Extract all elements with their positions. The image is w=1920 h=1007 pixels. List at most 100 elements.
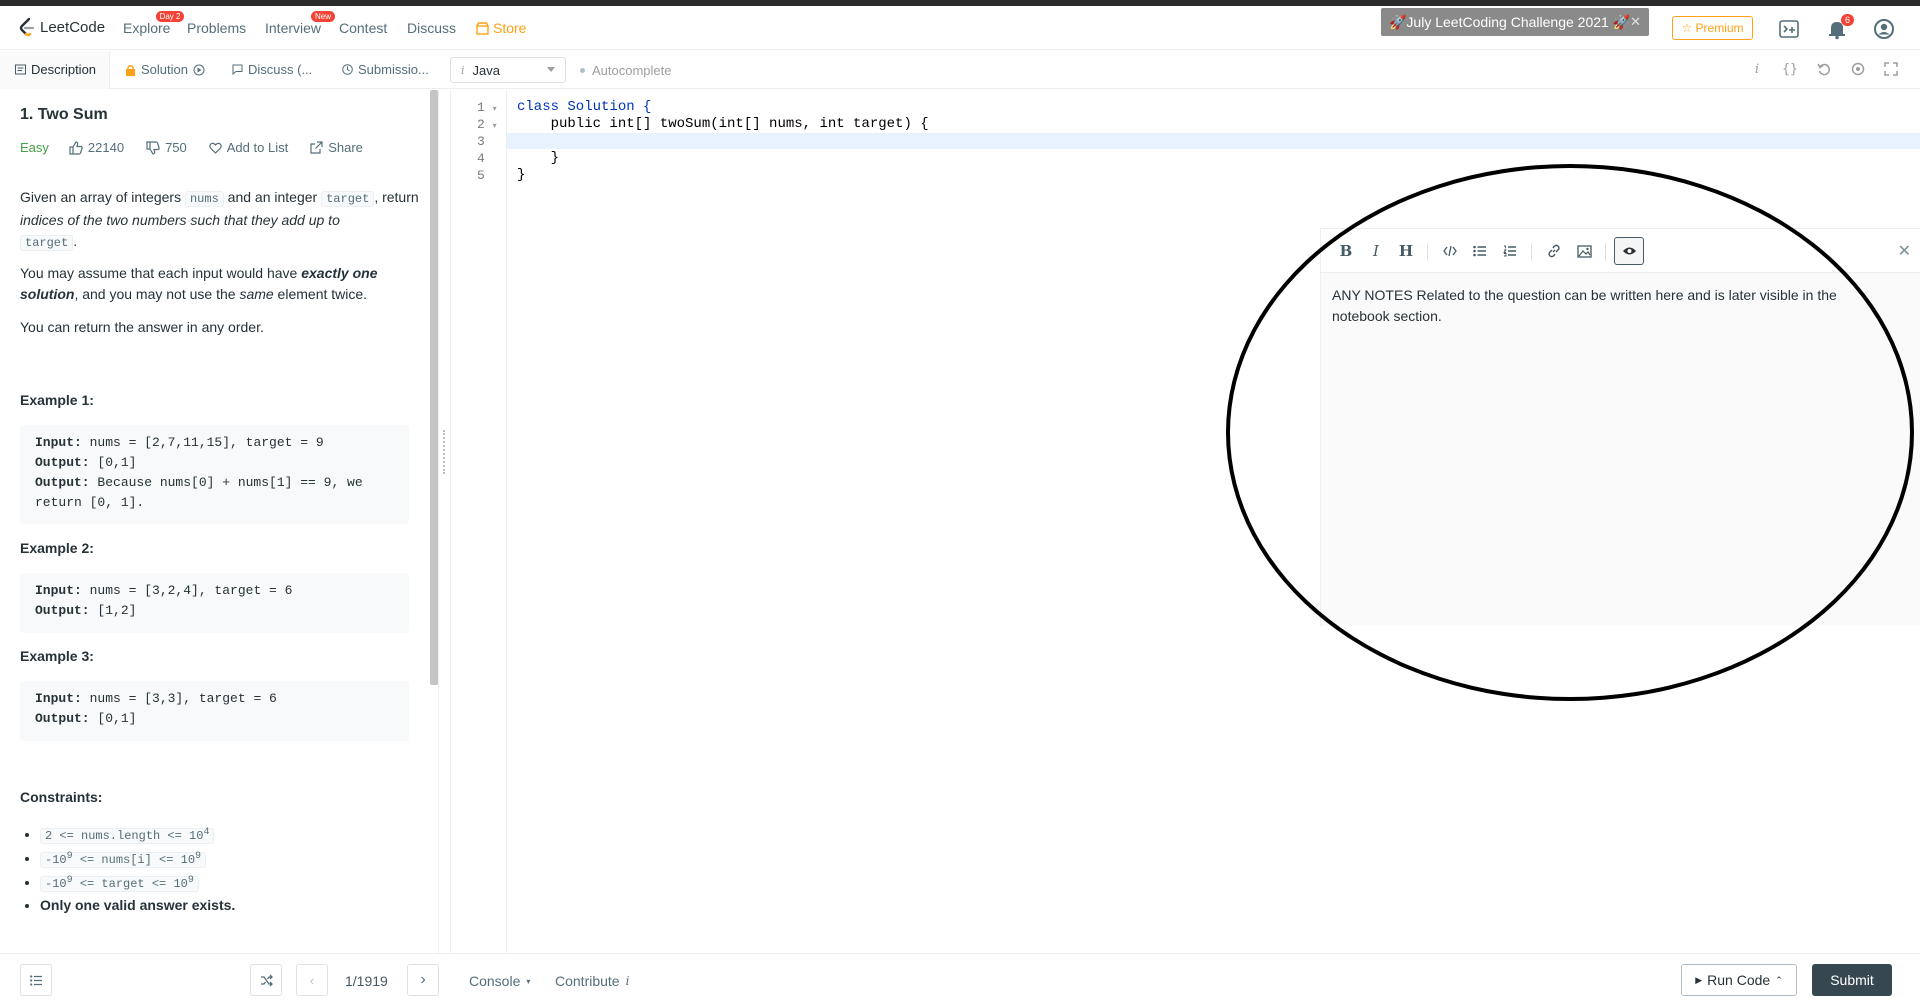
nav-problems[interactable]: Problems — [187, 20, 246, 36]
code-line[interactable]: } — [517, 150, 559, 166]
preview-eye-icon[interactable] — [1614, 237, 1644, 265]
constraint-exponent: 9 — [187, 875, 194, 886]
interview-badge: New — [311, 11, 336, 22]
problem-title: 1. Two Sum — [20, 106, 108, 123]
nav-explore-label: Explore — [123, 20, 171, 36]
image-icon[interactable] — [1572, 239, 1596, 263]
constraint-text: 2 <= nums.length <= 10 — [45, 829, 204, 843]
nav-discuss[interactable]: Discuss — [407, 20, 456, 36]
constraint-text: -10 — [45, 853, 67, 867]
random-problem-button[interactable] — [250, 964, 282, 996]
close-icon[interactable]: ✕ — [1898, 241, 1911, 261]
like-button[interactable]: 22140 — [69, 140, 124, 155]
reset-icon[interactable] — [1816, 62, 1832, 78]
tab-solution-label: Solution — [141, 62, 188, 77]
constraint-code: -109 <= target <= 109 — [40, 875, 199, 892]
tab-description[interactable]: Description — [15, 62, 96, 77]
nav-store-label: Store — [493, 20, 527, 36]
run-code-button[interactable]: ▶ Run Code ⌃ — [1681, 964, 1797, 996]
example-input: nums = [3,3], target = 6 — [81, 691, 277, 706]
code-line[interactable]: } — [517, 167, 525, 183]
lock-icon — [126, 64, 135, 76]
next-problem-button[interactable]: › — [407, 964, 439, 996]
code-icon[interactable] — [1438, 239, 1462, 263]
tab-solution[interactable]: Solution — [125, 62, 205, 77]
chevron-down-icon: ▾ — [526, 976, 531, 986]
nav-interview[interactable]: Interview New — [265, 11, 336, 36]
statement-emphasis: same — [239, 286, 274, 302]
bullet-list-icon[interactable] — [1468, 239, 1492, 263]
example-1-title: Example 1: — [20, 392, 94, 408]
add-to-list-button[interactable]: Add to List — [209, 140, 288, 155]
status-dot-icon — [580, 68, 585, 73]
link-icon[interactable] — [1542, 239, 1566, 263]
language-select[interactable]: i Java — [450, 57, 566, 83]
info-icon: i — [625, 974, 630, 988]
output-label: Output: — [35, 603, 90, 618]
dislike-button[interactable]: 750 — [146, 140, 187, 155]
playground-icon[interactable] — [1778, 18, 1800, 40]
autocomplete-toggle[interactable]: Autocomplete — [580, 63, 672, 78]
console-toggle[interactable]: Console ▾ — [469, 973, 530, 989]
output-label: Output: — [35, 711, 90, 726]
description-scrollbar[interactable] — [430, 90, 438, 685]
bell-icon[interactable]: 6 — [1826, 14, 1854, 40]
list-icon — [29, 974, 42, 986]
challenge-banner[interactable]: 🚀July LeetCoding Challenge 2021 🚀 ✕ — [1381, 8, 1649, 36]
example-input: nums = [2,7,11,15], target = 9 — [81, 435, 324, 450]
nav-explore[interactable]: Explore Day 2 — [123, 11, 185, 36]
previous-problem-button[interactable]: ‹ — [296, 964, 328, 996]
nav-store[interactable]: Store — [476, 20, 526, 36]
code-line[interactable]: class Solution { — [517, 99, 651, 115]
premium-button[interactable]: ☆ Premium — [1672, 16, 1753, 40]
braces-icon[interactable]: {} — [1782, 62, 1798, 78]
heading-icon[interactable]: H — [1394, 239, 1418, 263]
code-line[interactable]: public int[] twoSum(int[] nums, int targ… — [517, 116, 929, 132]
problem-list-button[interactable] — [20, 964, 52, 996]
difficulty-badge: Easy — [20, 140, 49, 155]
chevron-left-icon: ‹ — [309, 972, 315, 988]
constraint-code: -109 <= nums[i] <= 109 — [40, 851, 207, 868]
notes-content[interactable]: ANY NOTES Related to the question can be… — [1332, 285, 1892, 327]
example-input: nums = [3,2,4], target = 6 — [81, 583, 293, 598]
leetcode-logo[interactable]: LeetCode — [18, 17, 105, 37]
submit-button[interactable]: Submit — [1812, 964, 1892, 996]
close-icon[interactable]: ✕ — [1630, 14, 1641, 30]
example-2-title: Example 2: — [20, 540, 94, 556]
input-label: Input: — [35, 435, 82, 450]
clock-icon — [342, 64, 353, 75]
notes-toolbar: B I H ✕ — [1321, 229, 1920, 273]
video-icon — [193, 64, 205, 75]
fullscreen-icon[interactable] — [1883, 62, 1899, 78]
avatar-icon[interactable] — [1873, 18, 1895, 40]
bold-icon[interactable]: B — [1334, 239, 1358, 263]
share-button[interactable]: Share — [310, 140, 363, 155]
inline-code: nums — [184, 191, 224, 207]
info-icon[interactable]: i — [1749, 62, 1765, 78]
nav-contest[interactable]: Contest — [339, 20, 387, 36]
code-line[interactable] — [517, 133, 584, 149]
problem-pager: 1/1919 — [345, 973, 388, 989]
nav-interview-label: Interview — [265, 20, 322, 36]
numbered-list-icon[interactable] — [1498, 239, 1522, 263]
settings-icon[interactable] — [1850, 62, 1866, 78]
problem-meta: Easy 22140 750 Add to List Share — [20, 140, 385, 155]
contribute-link[interactable]: Contribute i — [555, 973, 629, 989]
info-icon: i — [461, 63, 465, 77]
tab-submissions[interactable]: Submissio... — [342, 62, 429, 77]
tab-submissions-label: Submissio... — [358, 62, 429, 77]
italic-icon[interactable]: I — [1364, 239, 1388, 263]
statement-text: Given an array of integers — [20, 189, 185, 205]
heart-icon — [209, 142, 222, 154]
statement-text: element twice. — [273, 286, 368, 302]
fold-arrow-icon[interactable]: ▾ — [493, 122, 497, 131]
panel-resize-handle[interactable] — [443, 430, 447, 474]
fold-arrow-icon[interactable]: ▾ — [493, 105, 497, 114]
console-label: Console — [469, 973, 521, 989]
share-label: Share — [328, 140, 363, 155]
explanation-label: Output: — [35, 475, 90, 490]
input-label: Input: — [35, 583, 82, 598]
notification-count: 6 — [1840, 14, 1854, 26]
tab-discuss[interactable]: Discuss (... — [232, 62, 312, 77]
add-to-list-label: Add to List — [226, 140, 289, 155]
